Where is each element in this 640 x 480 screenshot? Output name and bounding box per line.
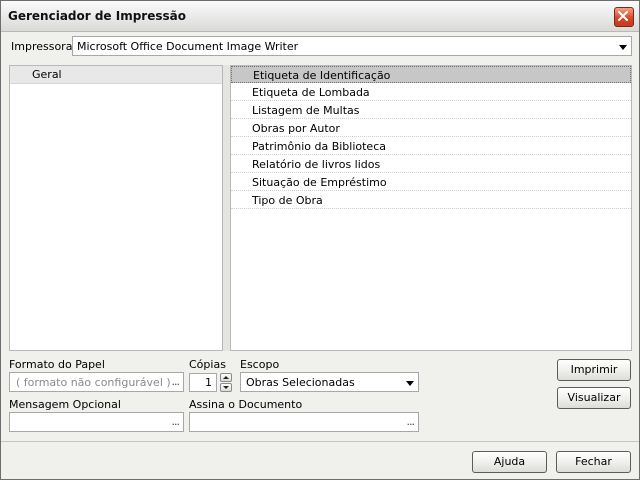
copies-value: 1 [205, 376, 212, 389]
sign-document-field[interactable]: ... [189, 412, 419, 432]
close-icon [618, 11, 628, 21]
report-item-label: Patrimônio da Biblioteca [252, 140, 386, 153]
copies-decrement-button[interactable] [220, 383, 232, 392]
preview-button[interactable]: Visualizar [557, 387, 631, 409]
report-item[interactable]: Obras por Autor [231, 120, 631, 137]
report-item[interactable]: Tipo de Obra [231, 192, 631, 209]
copies-label: Cópias [189, 358, 226, 371]
paper-format-placeholder: ( formato não configurável ) [16, 376, 171, 389]
paper-format-field[interactable]: ( formato não configurável ) ... [9, 372, 184, 392]
chevron-down-icon [619, 45, 627, 50]
category-list: Geral [9, 65, 223, 351]
browse-optional-message-button[interactable]: ... [172, 415, 180, 428]
report-item-label: Relatório de livros lidos [252, 158, 381, 171]
print-button[interactable]: Imprimir [557, 359, 631, 381]
printer-label: Impressora [11, 40, 73, 53]
arrow-down-icon [223, 386, 229, 389]
help-button[interactable]: Ajuda [472, 451, 547, 473]
category-item-geral[interactable]: Geral [10, 66, 222, 84]
report-item-label: Etiqueta de Identificação [253, 69, 391, 82]
footer-divider [1, 441, 639, 442]
report-item[interactable]: Etiqueta de Lombada [231, 84, 631, 101]
printer-select[interactable]: Microsoft Office Document Image Writer [72, 36, 632, 56]
report-item-label: Obras por Autor [252, 122, 340, 135]
report-item-label: Tipo de Obra [252, 194, 323, 207]
copies-increment-button[interactable] [220, 373, 232, 382]
report-item[interactable]: Patrimônio da Biblioteca [231, 138, 631, 155]
close-button[interactable]: Fechar [556, 451, 631, 473]
arrow-up-icon [223, 376, 229, 379]
scope-select[interactable]: Obras Selecionadas [240, 372, 419, 392]
window-title: Gerenciador de Impressão [8, 9, 186, 23]
scope-label: Escopo [240, 358, 280, 371]
panel-splitter[interactable] [223, 65, 230, 351]
report-item[interactable]: Etiqueta de Identificação [231, 66, 631, 83]
printer-select-value: Microsoft Office Document Image Writer [77, 40, 299, 53]
report-item-label: Etiqueta de Lombada [252, 86, 370, 99]
report-item[interactable]: Listagem de Multas [231, 102, 631, 119]
report-item[interactable]: Situação de Empréstimo [231, 174, 631, 191]
optional-message-label: Mensagem Opcional [9, 398, 121, 411]
paper-format-label: Formato do Papel [9, 358, 105, 371]
browse-paper-format-button[interactable]: ... [172, 375, 180, 388]
sign-document-label: Assina o Documento [189, 398, 303, 411]
report-item-label: Listagem de Multas [252, 104, 360, 117]
category-item-label: Geral [32, 68, 62, 81]
print-manager-window: Gerenciador de Impressão Impressora Micr… [0, 0, 640, 480]
optional-message-field[interactable]: ... [9, 412, 184, 432]
chevron-down-icon [406, 381, 414, 386]
close-window-button[interactable] [614, 7, 634, 27]
copies-input[interactable]: 1 [189, 373, 217, 392]
browse-sign-document-button[interactable]: ... [407, 415, 415, 428]
title-bar: Gerenciador de Impressão [1, 1, 639, 32]
report-item-label: Situação de Empréstimo [252, 176, 387, 189]
scope-select-value: Obras Selecionadas [246, 376, 355, 389]
report-item[interactable]: Relatório de livros lidos [231, 156, 631, 173]
report-list: Etiqueta de Identificação Etiqueta de Lo… [230, 65, 632, 351]
